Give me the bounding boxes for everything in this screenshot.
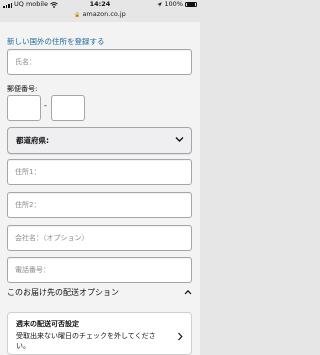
postal-code-second-field[interactable] bbox=[51, 95, 85, 121]
delivery-options-toggle[interactable]: このお届け先の配送オプション bbox=[7, 286, 192, 300]
status-right: 100% bbox=[157, 0, 197, 9]
address-line-1-field[interactable]: 住所1： bbox=[7, 159, 192, 185]
register-foreign-address-link[interactable]: 新しい国外の住所を登録する bbox=[7, 36, 105, 47]
battery-fill bbox=[186, 3, 196, 6]
delivery-options-header: このお届け先の配送オプション bbox=[7, 288, 119, 297]
prefecture-label: 都道府県: bbox=[16, 136, 49, 145]
postal-code-label: 郵便番号: bbox=[7, 85, 38, 93]
weekend-delivery-description: 受取出来ない曜日のチェックを外してください。 bbox=[16, 332, 156, 350]
chevron-up-icon bbox=[184, 289, 192, 295]
lock-icon: 🔒 bbox=[74, 12, 81, 18]
url-text: amazon.co.jp bbox=[82, 10, 126, 18]
postal-code-separator: - bbox=[44, 101, 47, 110]
location-arrow-icon bbox=[157, 2, 163, 7]
address-line-2-field[interactable]: 住所2： bbox=[7, 192, 192, 218]
weekend-delivery-title: 週末の配送可否設定 bbox=[16, 320, 79, 328]
chevron-right-icon bbox=[178, 332, 183, 341]
chevron-down-icon bbox=[175, 137, 184, 142]
postal-code-first-field[interactable] bbox=[7, 95, 41, 121]
address-form-page: 新しい国外の住所を登録する 氏名： 郵便番号: - 都道府県: 住所1： 住所2… bbox=[0, 22, 200, 355]
address-bar[interactable]: 🔒 amazon.co.jp bbox=[0, 9, 200, 19]
phone-field[interactable]: 電話番号： bbox=[7, 257, 192, 283]
name-field[interactable]: 氏名： bbox=[7, 49, 192, 75]
prefecture-select[interactable]: 都道府県: bbox=[7, 127, 192, 154]
company-field[interactable]: 会社名：（オプション） bbox=[7, 225, 192, 251]
battery-percent: 100% bbox=[164, 0, 183, 8]
battery-icon bbox=[185, 1, 197, 8]
weekend-delivery-card[interactable]: 週末の配送可否設定 受取出来ない曜日のチェックを外してください。 bbox=[7, 312, 192, 355]
status-bar: UQ mobile 14:24 100% bbox=[0, 0, 200, 9]
